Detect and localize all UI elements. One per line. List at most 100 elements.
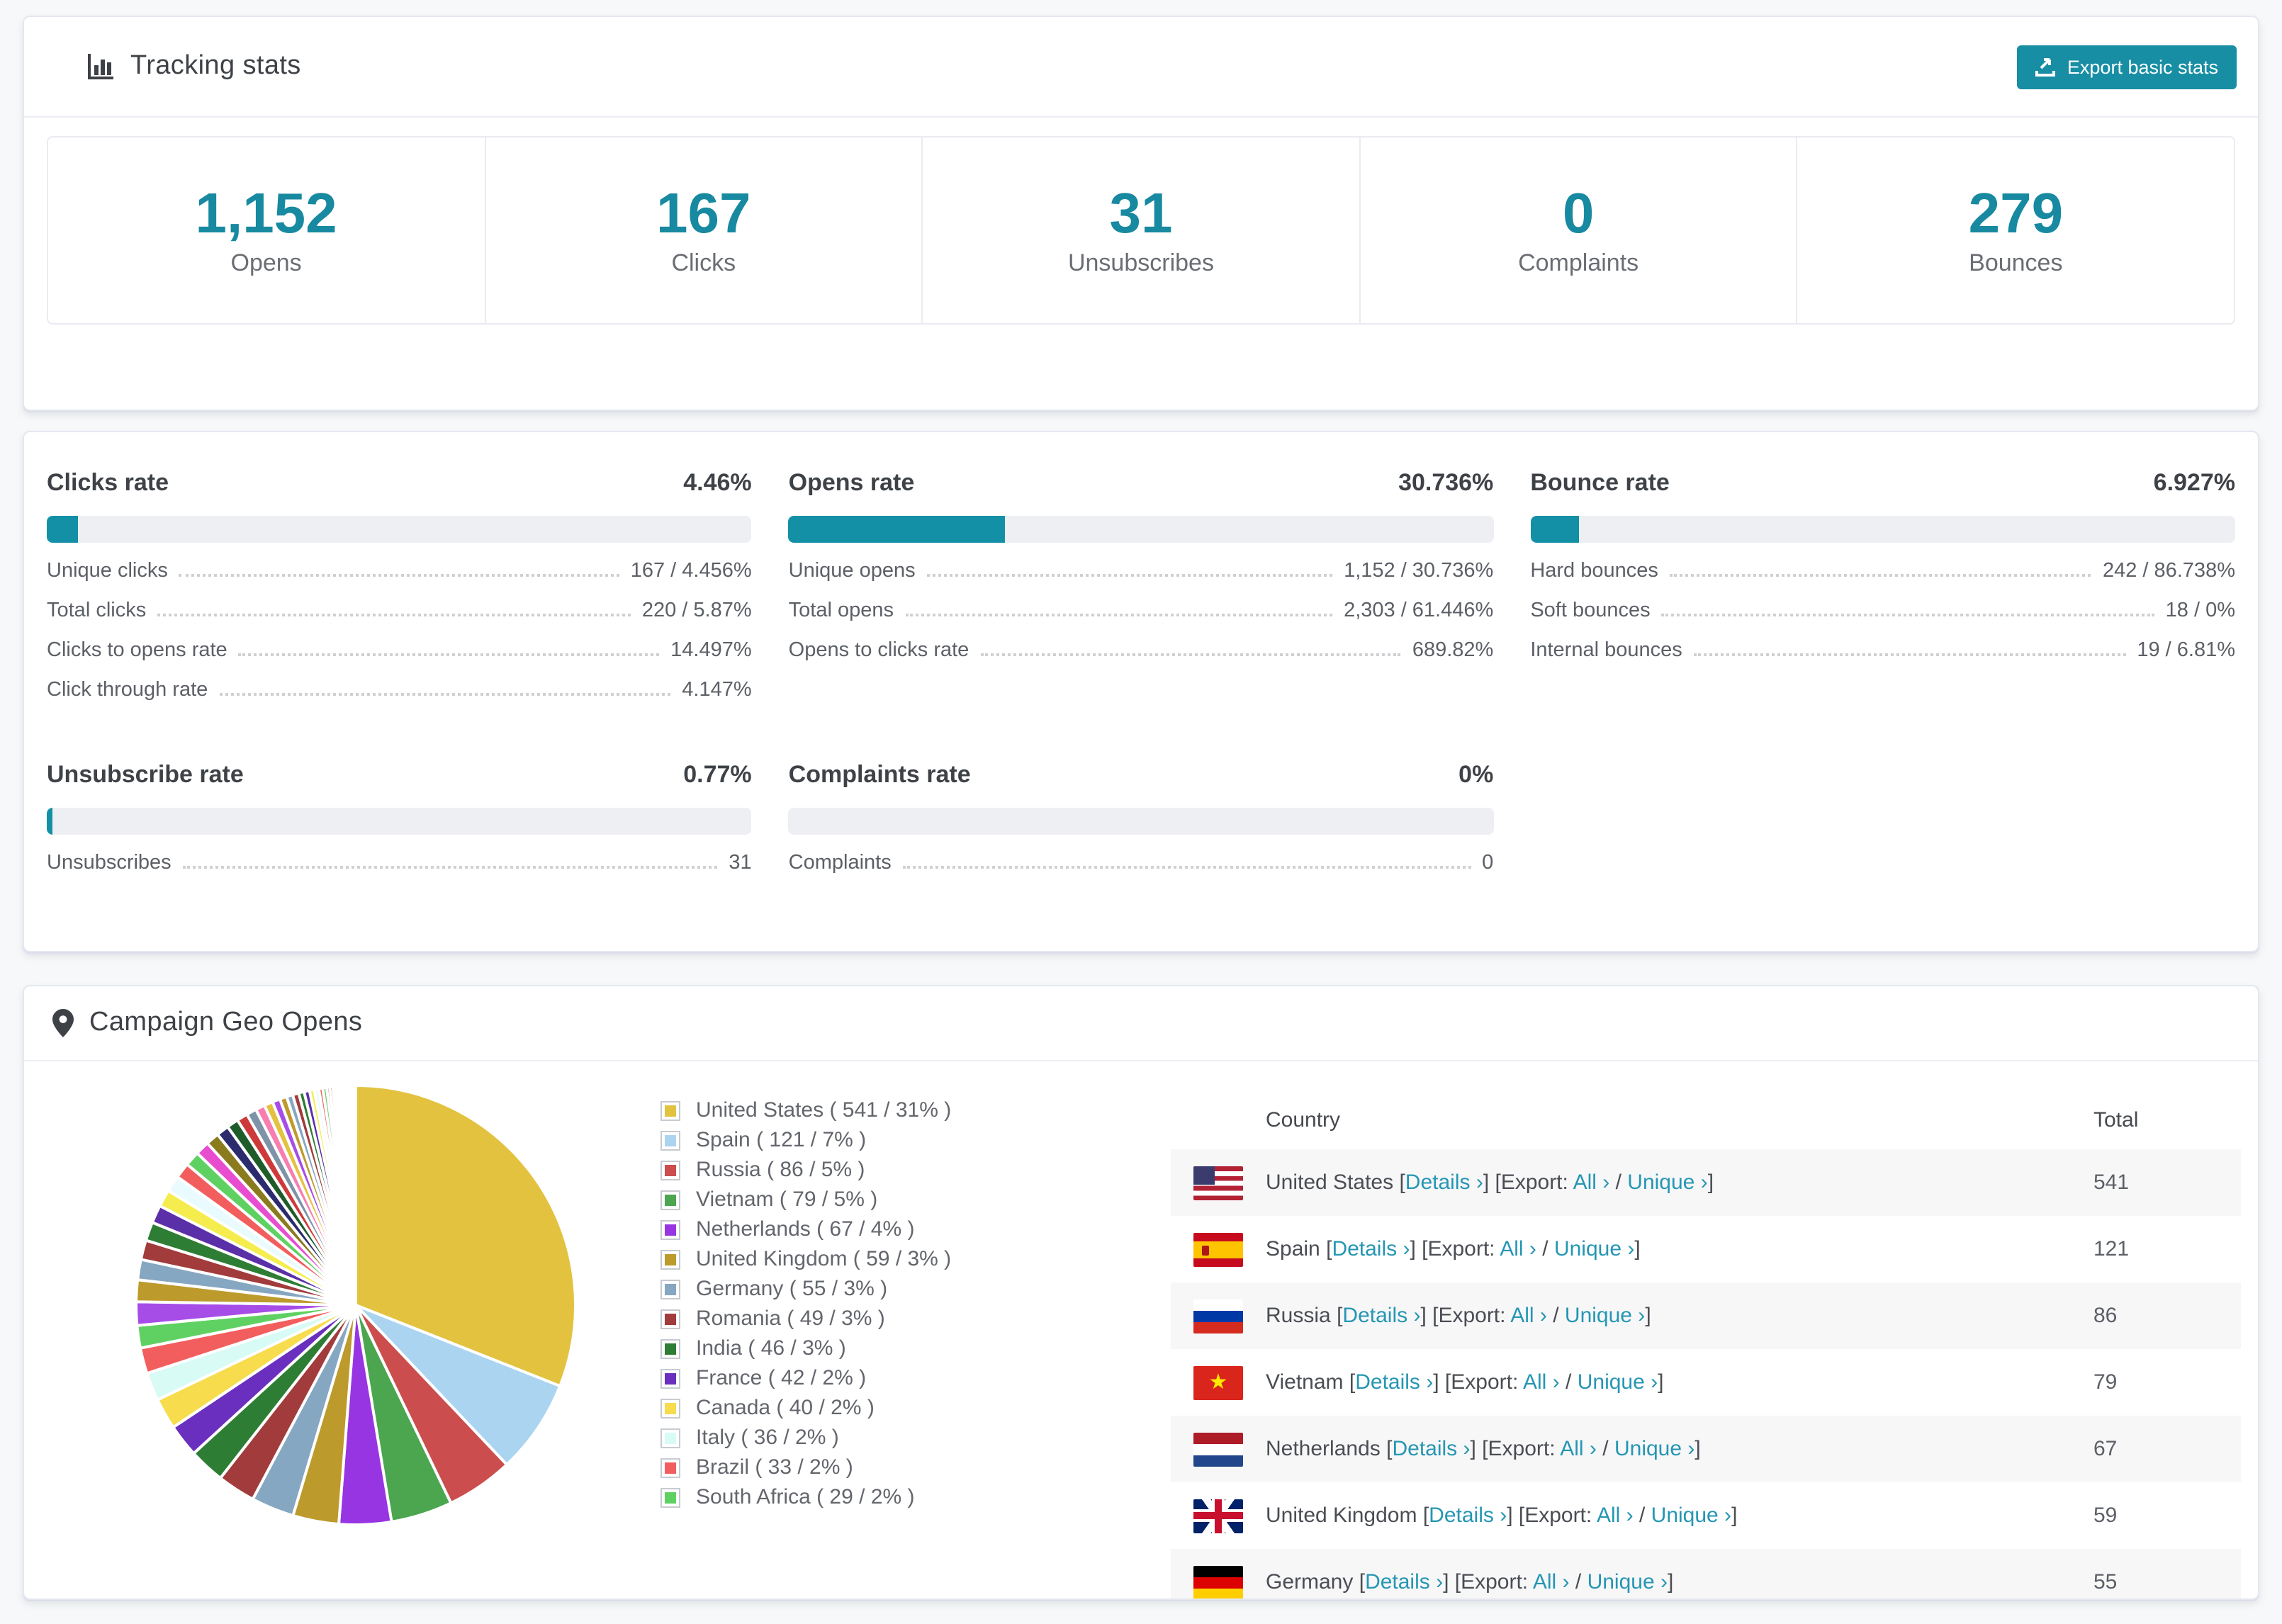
rate-detail-value: 31 [729, 852, 752, 874]
complaints-rate-rows: Complaints 0 [789, 852, 1494, 891]
rate-detail-row: Soft bounces 18 / 0% [1530, 599, 2235, 639]
export-unique-link-united-kingdom[interactable]: Unique › [1651, 1504, 1731, 1528]
geo-opens-title: Campaign Geo Opens [89, 1008, 363, 1037]
complaints-rate-block: Complaints rate 0% Complaints 0 [788, 761, 1494, 891]
opens-rate-value: 30.736% [1398, 469, 1494, 496]
rate-detail-value: 2,303 / 61.446% [1344, 599, 1494, 622]
country-cell: Germany [Details ›] [Export: All › / Uni… [1171, 1565, 2093, 1598]
export-unique-link-russia[interactable]: Unique › [1565, 1304, 1645, 1328]
unsubscribe-rate-progress-fill [47, 808, 52, 835]
legend-item-vietnam[interactable]: Vietnam ( 79 / 5% ) [661, 1185, 951, 1214]
details-link-netherlands[interactable]: Details › [1392, 1437, 1470, 1461]
rate-detail-label: Unique clicks [47, 560, 168, 582]
export-all-link-germany[interactable]: All › [1533, 1570, 1570, 1594]
dotted-leader [926, 574, 1333, 577]
nl-flag-icon [1193, 1432, 1243, 1466]
geo-pie-chart[interactable] [129, 1078, 583, 1532]
legend-item-india[interactable]: India ( 46 / 3% ) [661, 1333, 951, 1363]
country-name: Vietnam [1266, 1370, 1349, 1394]
rate-detail-label: Internal bounces [1530, 639, 1682, 662]
country-links: United Kingdom [Details ›] [Export: All … [1266, 1504, 1738, 1528]
stat-label: Complaints [1518, 249, 1639, 276]
unsubscribe-rate-title: Unsubscribe rate [47, 761, 244, 788]
rate-detail-row: Clicks to opens rate 14.497% [47, 639, 752, 679]
legend-item-united-states[interactable]: United States ( 541 / 31% ) [661, 1095, 951, 1125]
legend-item-netherlands[interactable]: Netherlands ( 67 / 4% ) [661, 1214, 951, 1244]
rates-grid: Clicks rate 4.46% Unique clicks 167 / 4.456… [24, 432, 2258, 891]
location-pin-icon [52, 1009, 74, 1037]
geo-table-row-spain: Spain [Details ›] [Export: All › / Uniqu… [1171, 1216, 2241, 1282]
unsubscribe-rate-value: 0.77% [683, 761, 752, 788]
legend-item-united-kingdom[interactable]: United Kingdom ( 59 / 3% ) [661, 1244, 951, 1274]
rate-detail-row: Opens to clicks rate 689.82% [789, 639, 1494, 679]
legend-item-romania[interactable]: Romania ( 49 / 3% ) [661, 1304, 951, 1333]
legend-item-italy[interactable]: Italy ( 36 / 2% ) [661, 1423, 951, 1453]
legend-label: France ( 42 / 2% ) [696, 1366, 867, 1390]
export-unique-link-spain[interactable]: Unique › [1554, 1237, 1634, 1261]
dotted-leader [902, 866, 1471, 869]
legend-swatch [661, 1100, 680, 1120]
legend-item-south-africa[interactable]: South Africa ( 29 / 2% ) [661, 1482, 951, 1512]
tracking-stats-header: Tracking stats Export basic stats [24, 17, 2258, 118]
rate-detail-row: Hard bounces 242 / 86.738% [1530, 560, 2235, 599]
legend-label: United Kingdom ( 59 / 3% ) [696, 1247, 952, 1271]
country-cell: Netherlands [Details ›] [Export: All › /… [1171, 1432, 2093, 1466]
opens-rate-block: Opens rate 30.736% Unique opens 1,152 / 30.… [788, 469, 1494, 718]
export-unique-link-germany[interactable]: Unique › [1587, 1570, 1668, 1594]
legend-label: United States ( 541 / 31% ) [696, 1098, 952, 1122]
legend-swatch [661, 1338, 680, 1358]
unsubscribe-rate-progress-track [47, 808, 752, 835]
rate-detail-value: 1,152 / 30.736% [1344, 560, 1494, 582]
geo-opens-header: Campaign Geo Opens [24, 986, 2258, 1061]
es-flag-icon [1193, 1232, 1243, 1266]
dotted-leader [179, 574, 619, 577]
details-link-united-states[interactable]: Details › [1405, 1171, 1483, 1195]
legend-swatch [661, 1279, 680, 1299]
rate-detail-row: Complaints 0 [789, 852, 1494, 891]
clicks-rate-progress-fill [47, 516, 79, 543]
details-link-united-kingdom[interactable]: Details › [1429, 1504, 1507, 1528]
details-link-germany[interactable]: Details › [1365, 1570, 1443, 1594]
rate-detail-row: Total opens 2,303 / 61.446% [789, 599, 1494, 639]
details-link-vietnam[interactable]: Details › [1355, 1370, 1433, 1394]
legend-swatch [661, 1249, 680, 1269]
export-all-link-russia[interactable]: All › [1510, 1304, 1547, 1328]
export-all-link-united-kingdom[interactable]: All › [1597, 1504, 1634, 1528]
unsubscribe-rate-block: Unsubscribe rate 0.77% Unsubscribes 31 [47, 761, 752, 891]
export-basic-stats-button[interactable]: Export basic stats [2017, 45, 2237, 89]
legend-item-germany[interactable]: Germany ( 55 / 3% ) [661, 1274, 951, 1304]
stat-cell-complaints: 0 Complaints [1361, 137, 1798, 323]
export-all-link-spain[interactable]: All › [1500, 1237, 1536, 1261]
pie-slice-other-49[interactable] [353, 1083, 357, 1307]
legend-item-russia[interactable]: Russia ( 86 / 5% ) [661, 1155, 951, 1185]
rate-detail-label: Unsubscribes [47, 852, 172, 874]
complaints-rate-value: 0% [1458, 761, 1494, 788]
legend-item-france[interactable]: France ( 42 / 2% ) [661, 1363, 951, 1393]
export-unique-link-vietnam[interactable]: Unique › [1578, 1370, 1658, 1394]
stat-label: Opens [230, 249, 302, 276]
geo-table-row-united-kingdom: United Kingdom [Details ›] [Export: All … [1171, 1482, 2241, 1549]
legend-swatch [661, 1428, 680, 1448]
rate-detail-label: Clicks to opens rate [47, 639, 227, 662]
legend-item-canada[interactable]: Canada ( 40 / 2% ) [661, 1393, 951, 1423]
legend-swatch [661, 1219, 680, 1239]
legend-item-brazil[interactable]: Brazil ( 33 / 2% ) [661, 1453, 951, 1482]
export-all-link-united-states[interactable]: All › [1573, 1171, 1610, 1195]
legend-swatch [661, 1190, 680, 1209]
total-cell: 59 [2093, 1504, 2118, 1528]
country-cell: United States [Details ›] [Export: All ›… [1171, 1166, 2093, 1200]
legend-item-spain[interactable]: Spain ( 121 / 7% ) [661, 1125, 951, 1155]
geo-table-rows: United States [Details ›] [Export: All ›… [1171, 1149, 2241, 1598]
export-all-link-vietnam[interactable]: All › [1523, 1370, 1560, 1394]
details-link-spain[interactable]: Details › [1332, 1237, 1410, 1261]
export-unique-link-united-states[interactable]: Unique › [1627, 1171, 1707, 1195]
geo-table-header: Country Total [1171, 1090, 2241, 1149]
clicks-rate-progress-track [47, 516, 752, 543]
export-unique-link-netherlands[interactable]: Unique › [1614, 1437, 1694, 1461]
opens-rate-progress-track [788, 516, 1494, 543]
total-cell: 55 [2093, 1570, 2118, 1594]
clicks-rate-title: Clicks rate [47, 469, 169, 496]
export-all-link-netherlands[interactable]: All › [1560, 1437, 1597, 1461]
details-link-russia[interactable]: Details › [1342, 1304, 1420, 1328]
legend-label: India ( 46 / 3% ) [696, 1336, 846, 1360]
